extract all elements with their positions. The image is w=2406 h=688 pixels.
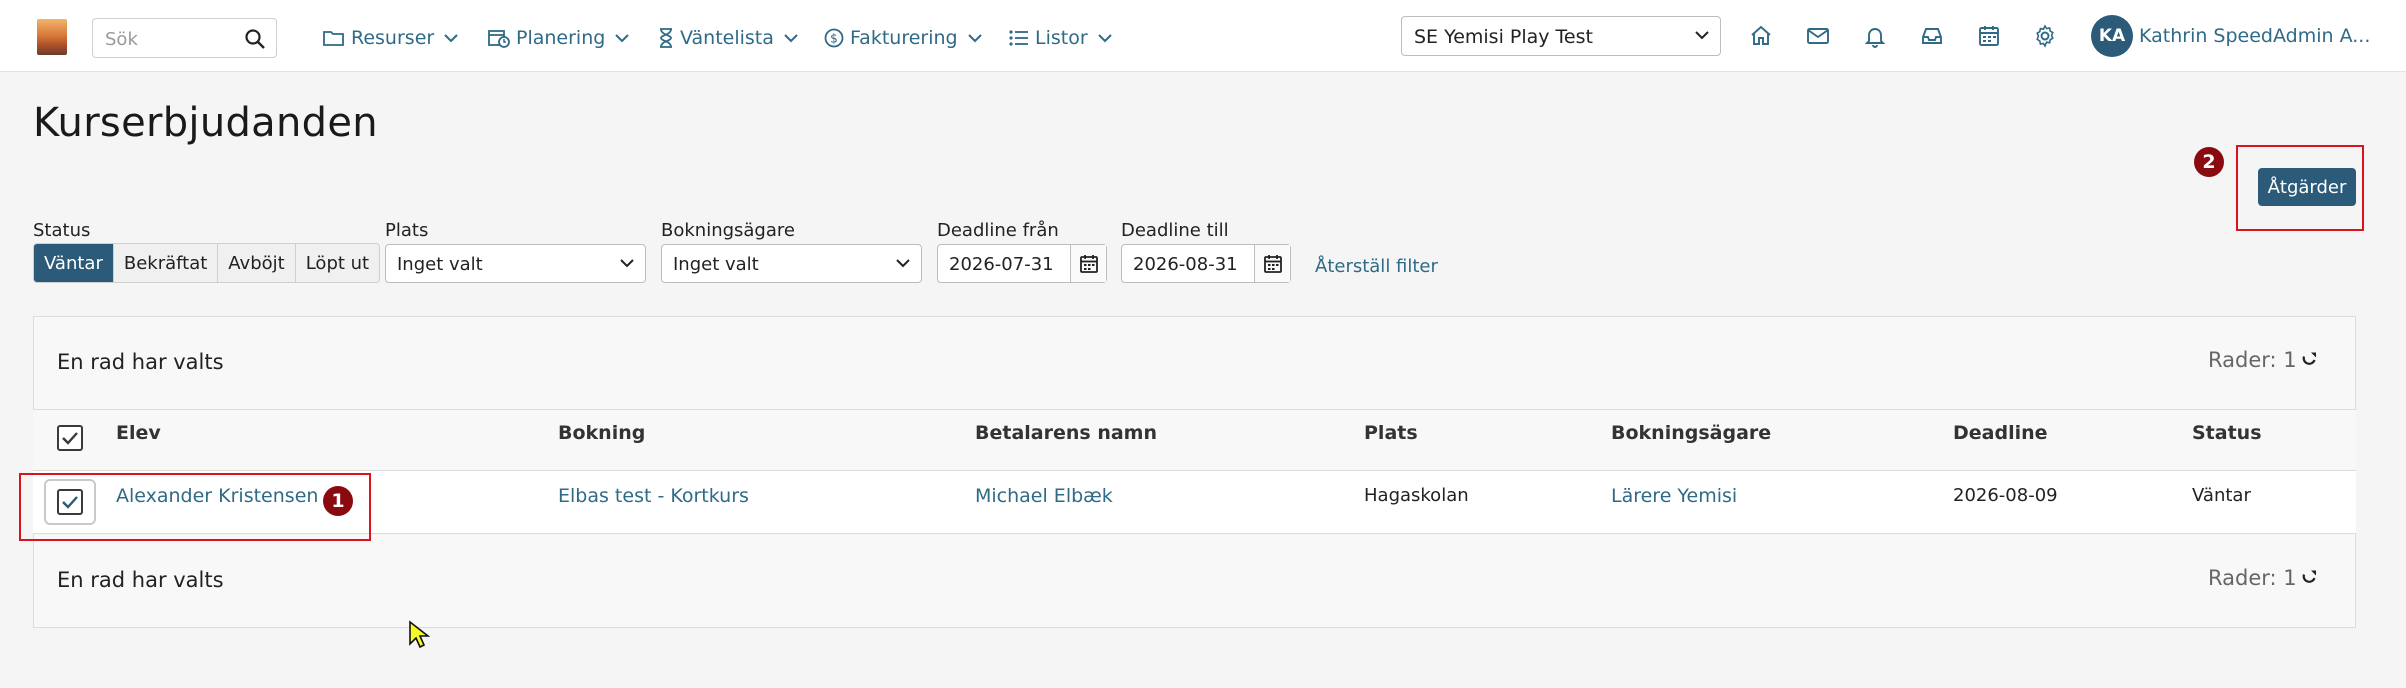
owner-filter-value: Inget valt (673, 254, 759, 275)
row-highlight-box (19, 473, 371, 541)
status-filter-group: Väntar Bekräftat Avböjt Löpt ut (33, 243, 381, 283)
nav-planering-label: Planering (516, 27, 606, 49)
reset-filter-link[interactable]: Återställ filter (1315, 256, 1438, 277)
chevron-down-icon (1097, 34, 1112, 43)
select-all-checkbox[interactable] (57, 425, 83, 451)
svg-text:$: $ (830, 32, 838, 46)
calendar-picker-button[interactable] (1070, 245, 1106, 282)
deadline-to-value: 2026-08-31 (1133, 254, 1238, 275)
search-input[interactable]: Sök (92, 18, 277, 58)
column-header-bokningsagare[interactable]: Bokningsägare (1611, 422, 1771, 444)
payer-link[interactable]: Michael Elbæk (975, 485, 1113, 507)
deadline-to-label: Deadline till (1121, 220, 1229, 241)
calendar-icon[interactable] (1977, 24, 2001, 48)
actions-button[interactable]: Åtgärder (2258, 168, 2356, 206)
hourglass-icon (660, 28, 672, 48)
chevron-down-icon (784, 34, 798, 43)
nav-listor-label: Listor (1035, 27, 1088, 49)
chevron-down-icon (896, 259, 910, 268)
chevron-down-icon (967, 34, 982, 43)
page-title: Kurserbjudanden (33, 100, 378, 146)
gear-icon[interactable] (2033, 24, 2057, 48)
avatar[interactable]: KA (2091, 15, 2133, 57)
column-header-bokning[interactable]: Bokning (558, 422, 645, 444)
annotation-marker-1: 1 (323, 486, 353, 516)
booking-link[interactable]: Elbas test - Kortkurs (558, 485, 749, 507)
deadline-from-label: Deadline från (937, 220, 1059, 241)
place-filter-value: Inget valt (397, 254, 483, 275)
deadline-from-value: 2026-07-31 (949, 254, 1054, 275)
status-option-avbojt[interactable]: Avböjt (218, 244, 296, 282)
selection-count-bottom: En rad har valts (57, 568, 224, 592)
app-logo[interactable] (37, 19, 67, 55)
bell-icon[interactable] (1863, 24, 1887, 48)
refresh-icon[interactable] (2300, 351, 2318, 369)
column-header-plats[interactable]: Plats (1364, 422, 1418, 444)
place-filter-select[interactable]: Inget valt (385, 244, 646, 283)
owner-filter-label: Bokningsägare (661, 220, 795, 241)
check-icon (62, 432, 78, 445)
nav-resurser[interactable]: Resurser (323, 25, 458, 51)
school-select-value: SE Yemisi Play Test (1414, 26, 1593, 48)
home-icon[interactable] (1749, 24, 1773, 48)
refresh-icon[interactable] (2300, 569, 2318, 587)
nav-fakturering-label: Fakturering (850, 27, 958, 49)
chevron-down-icon (615, 34, 630, 43)
rows-count-bottom: Rader: 1 (2208, 566, 2297, 590)
rows-count-top: Rader: 1 (2208, 348, 2297, 372)
inbox-icon[interactable] (1920, 24, 1944, 48)
user-name[interactable]: Kathrin SpeedAdmin A... (2139, 25, 2370, 47)
search-placeholder: Sök (105, 29, 138, 50)
status-filter-label: Status (33, 220, 91, 241)
list-icon (1009, 30, 1028, 46)
owner-filter-select[interactable]: Inget valt (661, 244, 922, 283)
deadline-from-input[interactable]: 2026-07-31 (937, 244, 1107, 283)
status-cell: Väntar (2192, 485, 2251, 506)
place-filter-label: Plats (385, 220, 429, 241)
mail-icon[interactable] (1806, 24, 1830, 48)
deadline-to-input[interactable]: 2026-08-31 (1121, 244, 1291, 283)
selection-count-top: En rad har valts (57, 350, 224, 374)
column-header-status[interactable]: Status (2192, 422, 2262, 444)
chevron-down-icon (444, 34, 458, 43)
mouse-pointer-icon (409, 620, 430, 649)
nav-fakturering[interactable]: $ Fakturering (824, 25, 982, 51)
column-header-betalarens-namn[interactable]: Betalarens namn (975, 422, 1157, 444)
calendar-icon (1263, 254, 1282, 273)
school-select[interactable]: SE Yemisi Play Test (1401, 16, 1721, 56)
column-header-deadline[interactable]: Deadline (1953, 422, 2048, 444)
folder-icon (323, 31, 344, 46)
nav-planering[interactable]: Planering (488, 25, 630, 51)
place-cell: Hagaskolan (1364, 485, 1469, 506)
nav-listor[interactable]: Listor (1009, 25, 1112, 51)
status-option-vantar[interactable]: Väntar (34, 244, 114, 282)
calendar-icon (1079, 254, 1098, 273)
status-option-bekraftat[interactable]: Bekräftat (113, 244, 219, 282)
dollar-circle-icon: $ (824, 28, 844, 48)
nav-resurser-label: Resurser (351, 27, 435, 49)
search-icon[interactable] (244, 28, 266, 50)
calendar-clock-icon (488, 30, 510, 48)
nav-vantelista-label: Väntelista (680, 27, 774, 49)
deadline-cell: 2026-08-09 (1953, 485, 2058, 506)
owner-link[interactable]: Lärere Yemisi (1611, 485, 1737, 507)
annotation-marker-2: 2 (2194, 147, 2224, 177)
calendar-picker-button[interactable] (1254, 245, 1290, 282)
top-navigation-bar: Sök Resurser Planering Väntelista $ Fakt… (0, 0, 2406, 72)
chevron-down-icon (620, 259, 634, 268)
column-header-elev[interactable]: Elev (116, 422, 161, 444)
status-option-lopt-ut[interactable]: Löpt ut (295, 244, 380, 282)
chevron-down-icon (1695, 31, 1709, 40)
nav-vantelista[interactable]: Väntelista (658, 25, 798, 51)
